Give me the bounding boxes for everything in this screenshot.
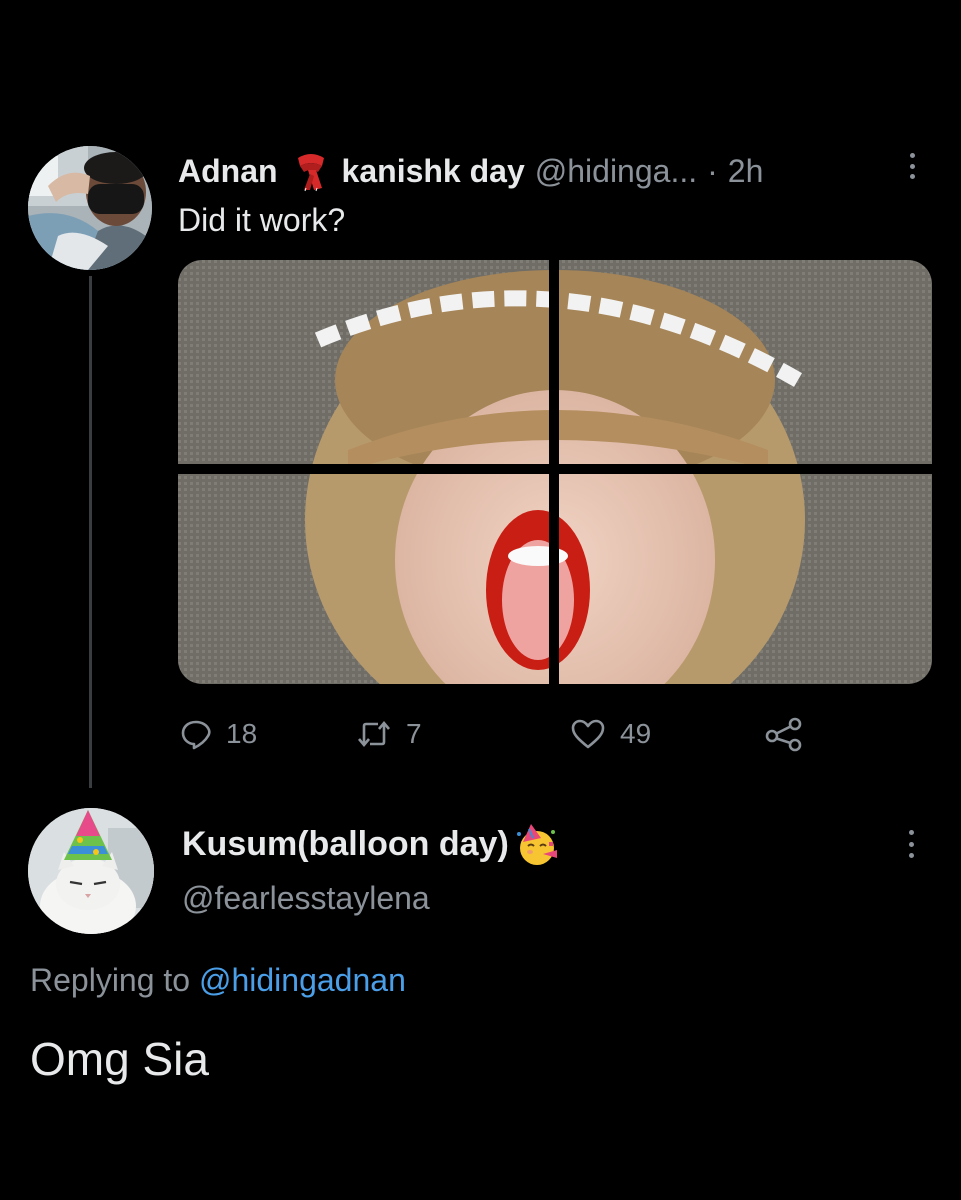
reply-icon — [181, 720, 211, 750]
partying-face-emoji-icon — [516, 824, 557, 865]
author-handle[interactable]: @hidinga... — [535, 153, 697, 190]
reply-count: 18 — [226, 718, 258, 749]
reply-header: Kusum(balloon day) — [182, 820, 561, 868]
scarf-emoji-icon — [297, 154, 324, 192]
like-count: 49 — [620, 718, 652, 749]
tweet-header: Adnan kanishk day @hidinga... · 2h — [178, 148, 763, 194]
avatar-photo-masked-man — [28, 146, 152, 270]
share-button[interactable] — [764, 712, 804, 756]
tweet-media-grid[interactable] — [178, 260, 932, 684]
thread-line — [89, 276, 92, 788]
separator-dot: · — [707, 152, 718, 189]
author-name-suffix[interactable]: kanishk day — [342, 153, 525, 190]
reply-button[interactable]: 18 — [180, 712, 257, 756]
tweet-timestamp[interactable]: 2h — [728, 153, 764, 190]
like-button[interactable]: 49 — [570, 712, 651, 756]
photo-grid-image — [178, 260, 932, 684]
share-icon — [765, 717, 802, 752]
more-options-icon[interactable] — [910, 153, 916, 179]
retweet-button[interactable]: 7 — [356, 712, 422, 756]
reply-text: Omg Sia — [30, 1033, 209, 1085]
tweet[interactable]: Adnan kanishk day @hidinga... · 2h Did i… — [0, 0, 961, 800]
reply-author-handle[interactable]: @fearlesstaylena — [182, 880, 430, 917]
tweet-actions: 18 7 49 — [180, 712, 820, 756]
replying-to-mention[interactable]: @hidingadnan — [199, 962, 406, 998]
reply-more-options-icon[interactable] — [909, 830, 915, 858]
replying-to-label: Replying to — [30, 962, 191, 998]
avatar-photo-cat-party-hat — [28, 808, 154, 934]
retweet-icon — [358, 720, 390, 748]
reply-author-name[interactable]: Kusum(balloon day) — [182, 825, 509, 864]
tweet-text: Did it work? — [178, 202, 346, 238]
reply-avatar[interactable] — [28, 808, 154, 934]
heart-icon — [571, 719, 605, 749]
retweet-count: 7 — [406, 718, 422, 749]
avatar[interactable] — [28, 146, 152, 270]
replying-to-line: Replying to @hidingadnan — [30, 962, 406, 999]
author-name[interactable]: Adnan — [178, 153, 278, 190]
